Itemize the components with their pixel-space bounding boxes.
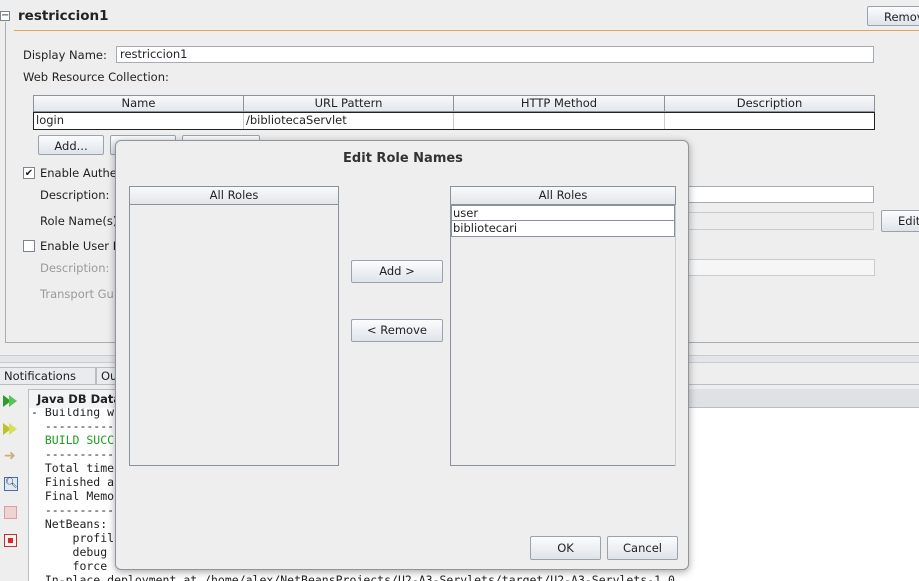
tab-java-db-data[interactable]: Java DB Data	[28, 389, 122, 408]
role-names-label: Role Name(s)	[40, 214, 118, 228]
tab-notifications[interactable]: Notifications	[0, 367, 96, 384]
stop-icon[interactable]	[4, 534, 17, 547]
list-item[interactable]: user	[451, 205, 675, 221]
column-header-name[interactable]: Name	[33, 95, 244, 112]
available-roles-header[interactable]: All Roles	[129, 186, 339, 205]
console-line: BUILD SUCC	[31, 433, 115, 447]
console-line: debug	[31, 545, 115, 559]
enable-user-data-checkbox[interactable]	[23, 240, 35, 252]
table-cell-description[interactable]	[665, 113, 874, 129]
clear-icon[interactable]	[4, 506, 17, 519]
display-name-label: Display Name:	[23, 48, 107, 62]
section-title: restriccion1	[18, 8, 109, 24]
console-line: force	[31, 559, 115, 573]
output-toolbar: ➜ 🔍︎	[0, 388, 24, 581]
section-header-line	[14, 30, 919, 31]
selected-roles-header[interactable]: All Roles	[450, 186, 676, 205]
user-data-description-field	[687, 259, 875, 276]
selected-roles-list[interactable]: All Roles user bibliotecari	[450, 186, 676, 466]
column-header-http-method[interactable]: HTTP Method	[453, 95, 665, 112]
console-line: ----------	[31, 419, 115, 433]
run-icon[interactable]	[3, 422, 19, 436]
console-line: Total time	[31, 461, 115, 475]
tab-java-db-data-label: Java DB Data	[37, 392, 122, 406]
find-icon[interactable]: 🔍︎	[4, 477, 18, 491]
console-line: profil	[31, 531, 115, 545]
section-left-border	[5, 22, 6, 342]
column-header-description[interactable]: Description	[664, 95, 875, 112]
cancel-button[interactable]: Cancel	[607, 536, 678, 560]
remove-role-button[interactable]: < Remove	[351, 319, 443, 342]
column-header-url-pattern[interactable]: URL Pattern	[243, 95, 454, 112]
console-line: Final Memo	[31, 489, 115, 503]
description-label: Description:	[40, 188, 110, 202]
console-line: - Building w	[31, 408, 115, 419]
ok-button[interactable]: OK	[530, 536, 601, 560]
stop-arrow-icon[interactable]: ➜	[4, 449, 18, 463]
user-data-description-label: Description:	[40, 261, 110, 275]
table-cell-name[interactable]: login	[34, 113, 244, 129]
transport-guarantee-label: Transport Gu	[40, 287, 114, 301]
enable-auth-checkbox[interactable]: ✔	[23, 167, 35, 179]
console-line: In-place deployment at /home/alex/NetBea…	[31, 573, 675, 581]
table-cell-url-pattern[interactable]: /bibliotecaServlet	[244, 113, 454, 129]
web-resource-table: Name URL Pattern HTTP Method Description…	[33, 95, 875, 130]
add-resource-button[interactable]: Add...	[38, 135, 104, 155]
console-line: ----------	[31, 447, 115, 461]
edit-role-names-button[interactable]: Edit	[881, 210, 919, 232]
edit-role-names-dialog: Edit Role Names All Roles Add > < Remove…	[115, 140, 689, 570]
web-resource-label: Web Resource Collection:	[23, 70, 169, 84]
add-role-button[interactable]: Add >	[351, 260, 443, 283]
dialog-title: Edit Role Names	[343, 151, 463, 166]
console-line: Finished a	[31, 475, 115, 489]
table-cell-http-method[interactable]	[454, 113, 665, 129]
console-line: NetBeans:	[31, 517, 115, 531]
auth-description-field[interactable]	[687, 186, 874, 203]
section-collapse-toggle[interactable]: −	[0, 11, 10, 21]
selected-roles-scroll-edge	[675, 205, 676, 466]
remove-section-button[interactable]: Remove	[867, 6, 919, 26]
table-row[interactable]: login /bibliotecaServlet	[33, 112, 875, 130]
display-name-field[interactable]: restriccion1	[116, 46, 874, 63]
enable-auth-label: Enable Authe	[40, 166, 117, 180]
role-names-field	[687, 212, 874, 230]
run-again-icon[interactable]	[3, 394, 19, 408]
enable-user-data-label: Enable User D	[40, 239, 122, 253]
list-item[interactable]: bibliotecari	[451, 221, 675, 237]
console-line: ----------	[31, 503, 115, 517]
available-roles-list[interactable]: All Roles	[129, 186, 339, 466]
